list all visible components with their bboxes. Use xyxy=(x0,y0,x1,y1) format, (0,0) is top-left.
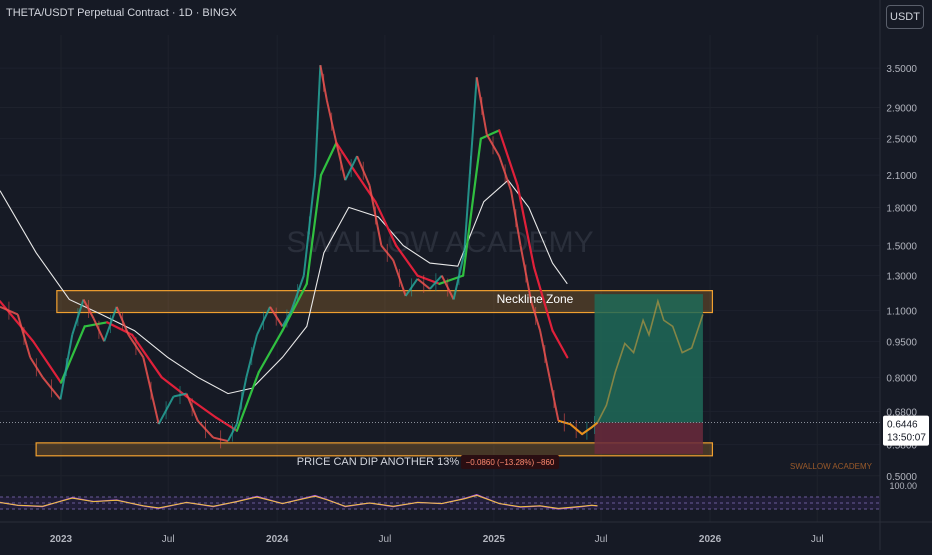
y-tick-label: 1.5000 xyxy=(886,242,917,253)
symbol-title: THETA/USDT Perpetual Contract · 1D · BIN… xyxy=(6,7,237,19)
y-tick-label: 1.8000 xyxy=(886,203,917,214)
price-tag: 0.6446 13:50:07 xyxy=(883,415,929,446)
y-tick-label: 2.1000 xyxy=(886,171,917,182)
neckline-label: Neckline Zone xyxy=(497,292,574,306)
reward-box xyxy=(594,294,703,423)
measure-tool[interactable] xyxy=(594,294,703,454)
chart-canvas[interactable]: SWALLOW ACADEMY 3.5000 2.9000 2.5000 2.1000… xyxy=(0,0,932,550)
measure-label: −0.0860 (−13.28%) −860 xyxy=(466,458,555,467)
x-tick-label: Jul xyxy=(379,534,392,545)
rsi-label: 100.00 xyxy=(889,481,917,491)
x-tick-label: 2023 xyxy=(50,534,73,545)
watermark-text: SWALLOW ACADEMY xyxy=(286,226,593,259)
y-tick-label: 2.9000 xyxy=(886,104,917,115)
price-tag-value: 0.6446 xyxy=(887,420,918,431)
y-tick-label: 0.9500 xyxy=(886,337,917,348)
risk-box xyxy=(594,422,703,454)
x-tick-label: Jul xyxy=(162,534,175,545)
chart-svg[interactable]: SWALLOW ACADEMY 3.5000 2.9000 2.5000 2.1000… xyxy=(0,0,932,550)
x-tick-label: Jul xyxy=(595,534,608,545)
dip-text: PRICE CAN DIP ANOTHER 13% xyxy=(297,456,460,468)
y-tick-label: 3.5000 xyxy=(886,64,917,75)
price-tag-countdown: 13:50:07 xyxy=(887,433,926,444)
x-tick-label: 2026 xyxy=(699,534,722,545)
y-tick-label: 0.8000 xyxy=(886,373,917,384)
x-tick-label: 2025 xyxy=(483,534,506,545)
x-tick-label: Jul xyxy=(811,534,824,545)
x-tick-label: 2024 xyxy=(266,534,289,545)
currency-button[interactable]: USDT xyxy=(886,5,924,29)
y-tick-label: 2.5000 xyxy=(886,135,917,146)
y-tick-label: 1.3000 xyxy=(886,272,917,283)
y-tick-label: 1.1000 xyxy=(886,307,917,318)
brand-small-text: SWALLOW ACADEMY xyxy=(790,462,873,471)
